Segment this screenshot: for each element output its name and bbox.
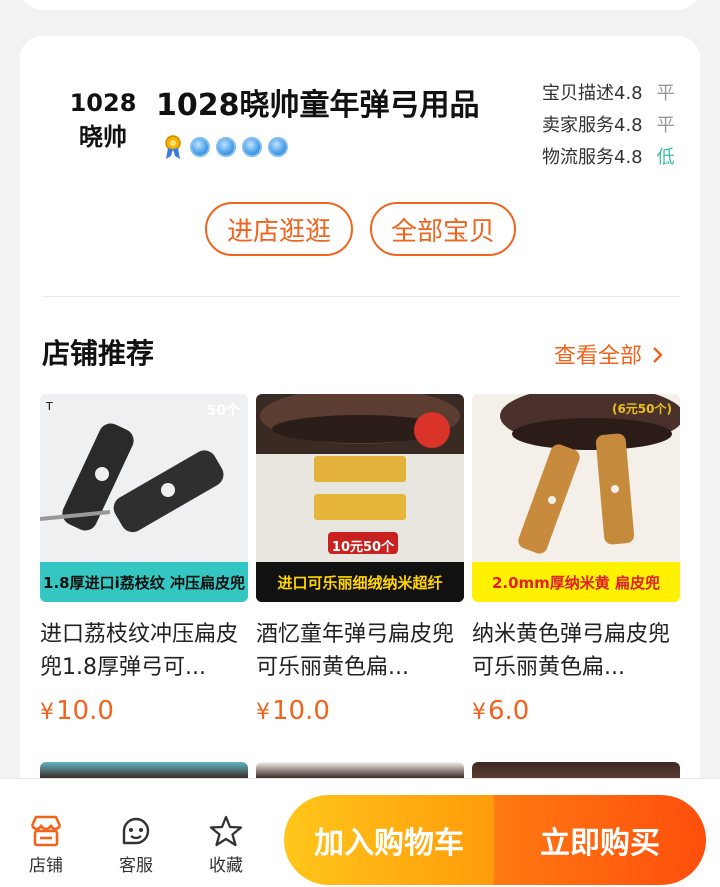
rating-label: 卖家服务4.8	[542, 115, 643, 136]
crown-level-icon	[242, 137, 262, 157]
enter-shop-button[interactable]: 进店逛逛	[205, 202, 353, 256]
star-icon	[196, 811, 256, 851]
previous-card	[20, 0, 700, 10]
purchase-buttons: 加入购物车 立即购买	[284, 795, 706, 885]
shop-logo-line1: 1028	[69, 89, 137, 117]
rating-label: 物流服务4.8	[542, 147, 643, 168]
product-price: ¥10.0	[40, 696, 248, 726]
section-title: 店铺推荐	[42, 337, 155, 370]
product-corner-tag: 50个	[206, 403, 240, 419]
view-all-label: 查看全部	[554, 344, 643, 369]
medal-icon	[162, 134, 184, 160]
product-banner: 1.8厚进口i荔枝纹 冲压扁皮兜	[40, 562, 248, 602]
customer-service-icon	[106, 811, 166, 851]
all-items-button[interactable]: 全部宝贝	[370, 202, 516, 256]
price-value: 10.0	[272, 696, 330, 726]
product-image-peek[interactable]	[40, 762, 248, 778]
product-card[interactable]: (6元50个) 2.0mm厚纳米黄 扁皮兜 纳米黄色弹弓扁皮兜可乐丽黄色扁...…	[472, 394, 680, 726]
product-banner: 进口可乐丽细绒纳米超纤	[256, 562, 464, 602]
product-image[interactable]: 10元50个 进口可乐丽细绒纳米超纤	[256, 394, 464, 602]
product-card[interactable]: T 50个 1.8厚进口i荔枝纹 冲压扁皮兜 进口荔枝纹冲压扁皮兜1.8厚弹弓可…	[40, 394, 248, 726]
product-title[interactable]: 纳米黄色弹弓扁皮兜可乐丽黄色扁...	[472, 618, 680, 684]
product-price: ¥6.0	[472, 696, 680, 726]
product-subtag: 10元50个	[331, 540, 395, 555]
tab-label: 收藏	[209, 856, 243, 876]
rating-service: 卖家服务4.8 平	[542, 108, 675, 140]
currency-symbol: ¥	[256, 700, 270, 725]
rating-level: 平	[656, 83, 675, 104]
product-title[interactable]: 进口荔枝纹冲压扁皮兜1.8厚弹弓可...	[40, 618, 248, 684]
rating-logistics: 物流服务4.8 低	[542, 140, 675, 172]
view-all-link[interactable]: 查看全部	[554, 338, 665, 370]
buy-now-button[interactable]: 立即购买	[494, 795, 706, 885]
tab-label: 客服	[119, 856, 153, 876]
divider	[42, 296, 680, 297]
price-value: 6.0	[488, 696, 530, 726]
crown-level-icon	[268, 137, 288, 157]
crown-level-icon	[190, 137, 210, 157]
shop-logo[interactable]: 1028 晓帅	[58, 86, 148, 154]
product-corner-tag: (6元50个)	[611, 402, 672, 416]
store-icon	[16, 811, 76, 851]
add-to-cart-button[interactable]: 加入购物车	[284, 795, 494, 885]
svg-text:T: T	[45, 400, 53, 413]
product-card[interactable]: 10元50个 进口可乐丽细绒纳米超纤 酒忆童年弹弓扁皮兜可乐丽黄色扁... ¥1…	[256, 394, 464, 726]
rating-description: 宝贝描述4.8 平	[542, 76, 675, 108]
currency-symbol: ¥	[472, 700, 486, 725]
tab-customer-service[interactable]: 客服	[106, 811, 166, 876]
product-image-peek[interactable]	[472, 762, 680, 778]
tab-label: 店铺	[29, 856, 63, 876]
product-banner: 2.0mm厚纳米黄 扁皮兜	[472, 562, 680, 602]
shop-logo-line2: 晓帅	[79, 123, 127, 151]
shop-name[interactable]: 1028晓帅童年弹弓用品	[156, 80, 480, 124]
rating-level: 平	[656, 115, 675, 136]
product-image[interactable]: T 50个 1.8厚进口i荔枝纹 冲压扁皮兜	[40, 394, 248, 602]
price-value: 10.0	[56, 696, 114, 726]
rating-label: 宝贝描述4.8	[542, 83, 643, 104]
currency-symbol: ¥	[40, 700, 54, 725]
tab-favorite[interactable]: 收藏	[196, 811, 256, 876]
crown-level-icon	[216, 137, 236, 157]
shop-ratings: 宝贝描述4.8 平 卖家服务4.8 平 物流服务4.8 低	[542, 76, 675, 172]
rating-level: 低	[656, 147, 675, 168]
chevron-right-icon	[649, 344, 665, 369]
bottom-action-bar: 店铺 客服 收藏 加入购物车 立即购买	[0, 778, 720, 887]
product-image-peek[interactable]	[256, 762, 464, 778]
tab-store[interactable]: 店铺	[16, 811, 76, 876]
shop-badges	[162, 134, 288, 160]
product-image[interactable]: (6元50个) 2.0mm厚纳米黄 扁皮兜	[472, 394, 680, 602]
product-price: ¥10.0	[256, 696, 464, 726]
product-title[interactable]: 酒忆童年弹弓扁皮兜可乐丽黄色扁...	[256, 618, 464, 684]
